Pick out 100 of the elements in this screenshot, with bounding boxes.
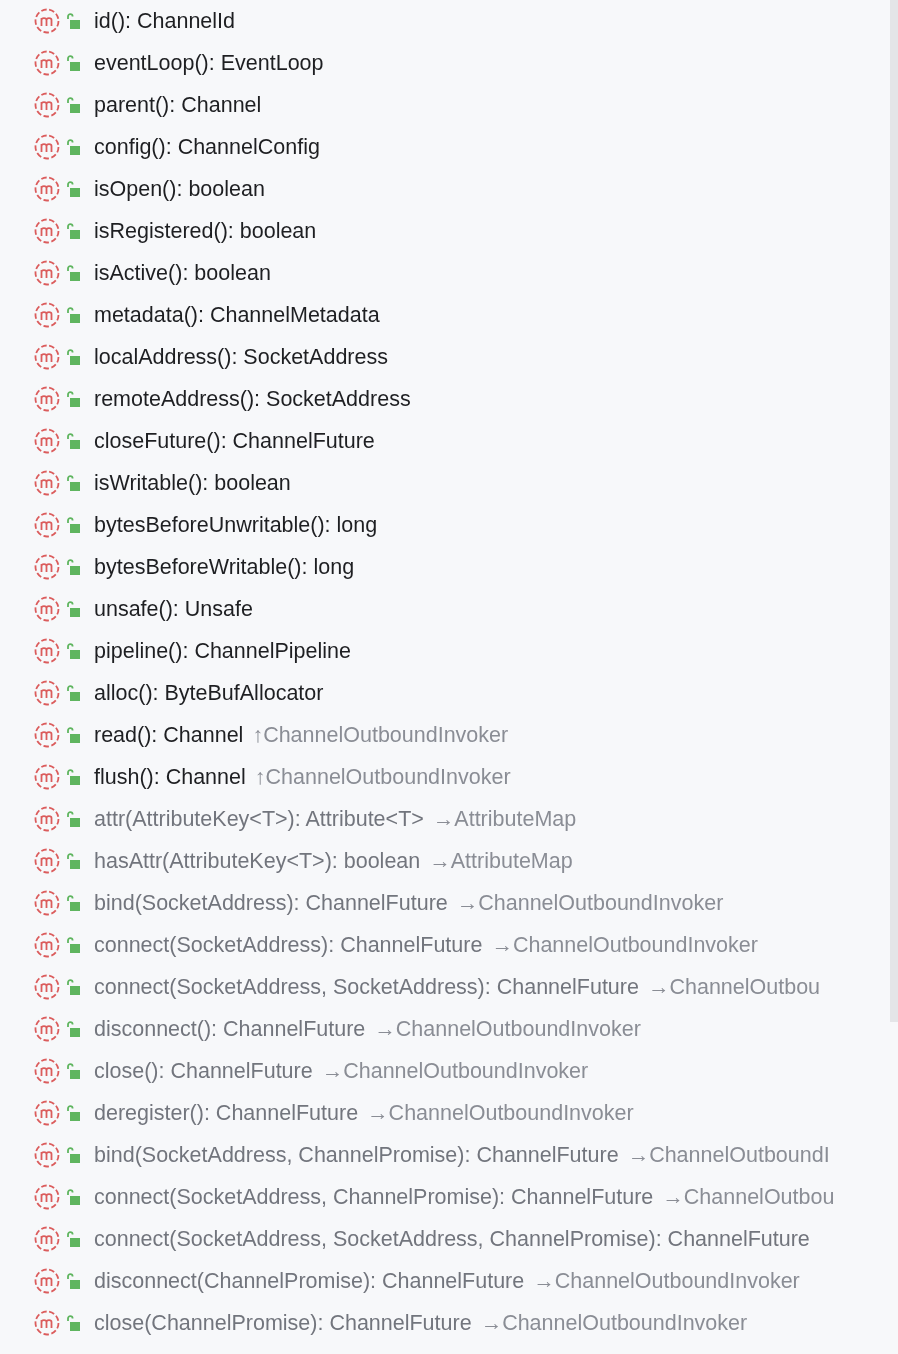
member-signature[interactable]: isWritable(): boolean (94, 470, 291, 496)
unlocked-padlock-icon (66, 223, 80, 239)
unlocked-padlock-icon (66, 685, 80, 701)
unlocked-padlock-icon (66, 349, 80, 365)
member-signature[interactable]: connect(SocketAddress): ChannelFuture (94, 932, 483, 958)
method-icon (34, 8, 60, 34)
unlocked-padlock-icon (66, 937, 80, 953)
origin-type: →AttributeMap (432, 806, 577, 832)
method-icon (34, 1226, 60, 1252)
member-signature[interactable]: eventLoop(): EventLoop (94, 50, 324, 76)
method-icon (34, 596, 60, 622)
method-icon (34, 1184, 60, 1210)
member-signature[interactable]: bytesBeforeWritable(): long (94, 554, 355, 580)
method-icon (34, 974, 60, 1000)
method-icon (34, 1268, 60, 1294)
member-signature[interactable]: parent(): Channel (94, 92, 262, 118)
member-signature[interactable]: read(): Channel (94, 722, 244, 748)
unlocked-padlock-icon (66, 1315, 80, 1331)
method-icon (34, 722, 60, 748)
member-signature[interactable]: isActive(): boolean (94, 260, 271, 286)
method-icon (34, 344, 60, 370)
member-signature[interactable]: alloc(): ByteBufAllocator (94, 680, 324, 706)
origin-type: →ChannelOutbou (647, 974, 821, 1000)
member-signature[interactable]: disconnect(ChannelPromise): ChannelFuture (94, 1268, 525, 1294)
unlocked-padlock-icon (66, 769, 80, 785)
member-signature[interactable]: remoteAddress(): SocketAddress (94, 386, 411, 412)
member-signature[interactable]: id(): ChannelId (94, 8, 236, 34)
unlocked-padlock-icon (66, 475, 80, 491)
method-icon (34, 470, 60, 496)
member-signature[interactable]: pipeline(): ChannelPipeline (94, 638, 351, 664)
origin-type: →ChannelOutboundInvoker (533, 1268, 800, 1294)
method-icon (34, 134, 60, 160)
unlocked-padlock-icon (66, 265, 80, 281)
method-icon (34, 764, 60, 790)
member-signature[interactable]: deregister(): ChannelFuture (94, 1100, 359, 1126)
member-signature[interactable]: localAddress(): SocketAddress (94, 344, 388, 370)
method-icon (34, 890, 60, 916)
member-signature[interactable]: isRegistered(): boolean (94, 218, 317, 244)
member-signature[interactable]: close(ChannelPromise): ChannelFuture (94, 1310, 472, 1336)
member-signature[interactable]: connect(SocketAddress, SocketAddress, ChannelPromise): ChannelFuture (94, 1226, 810, 1252)
origin-type: ↑ChannelOutboundInvoker (254, 764, 511, 790)
member-signature[interactable]: isOpen(): boolean (94, 176, 265, 202)
method-icon (34, 1058, 60, 1084)
member-signature[interactable]: attr(AttributeKey<T>): Attribute<T> (94, 806, 424, 832)
method-icon (34, 1142, 60, 1168)
unlocked-padlock-icon (66, 895, 80, 911)
origin-type: →ChannelOutboundInvoker (491, 932, 758, 958)
unlocked-padlock-icon (66, 97, 80, 113)
method-icon (34, 680, 60, 706)
unlocked-padlock-icon (66, 181, 80, 197)
member-signature[interactable]: connect(SocketAddress, SocketAddress): ChannelFuture (94, 974, 639, 1000)
member-signature[interactable]: disconnect(): ChannelFuture (94, 1016, 366, 1042)
member-signature[interactable]: metadata(): ChannelMetadata (94, 302, 380, 328)
member-signature[interactable]: config(): ChannelConfig (94, 134, 320, 160)
method-icon (34, 50, 60, 76)
unlocked-padlock-icon (66, 55, 80, 71)
origin-type: →ChannelOutboundInvoker (367, 1100, 634, 1126)
method-icon (34, 92, 60, 118)
member-signature[interactable]: closeFuture(): ChannelFuture (94, 428, 375, 454)
method-icon (34, 932, 60, 958)
member-signature[interactable]: bind(SocketAddress): ChannelFuture (94, 890, 448, 916)
unlocked-padlock-icon (66, 1063, 80, 1079)
unlocked-padlock-icon (66, 853, 80, 869)
method-icon (34, 386, 60, 412)
origin-type: →ChannelOutboundInvoker (480, 1310, 748, 1336)
member-signature[interactable]: unsafe(): Unsafe (94, 596, 253, 622)
member-signature[interactable]: bytesBeforeUnwritable(): long (94, 512, 378, 538)
method-icon (34, 512, 60, 538)
unlocked-padlock-icon (66, 1273, 80, 1289)
unlocked-padlock-icon (66, 1231, 80, 1247)
member-signature[interactable]: connect(SocketAddress, ChannelPromise): ChannelFuture (94, 1184, 654, 1210)
method-icon (34, 638, 60, 664)
method-icon (34, 554, 60, 580)
member-signature[interactable]: bind(SocketAddress, ChannelPromise): ChannelFuture (94, 1142, 619, 1168)
origin-type: →AttributeMap (429, 848, 573, 874)
origin-type: →ChannelOutbou (662, 1184, 835, 1210)
method-icon (34, 1100, 60, 1126)
unlocked-padlock-icon (66, 391, 80, 407)
unlocked-padlock-icon (66, 1189, 80, 1205)
method-icon (34, 302, 60, 328)
member-signature[interactable]: hasAttr(AttributeKey<T>): boolean (94, 848, 421, 874)
method-icon (34, 428, 60, 454)
unlocked-padlock-icon (66, 1147, 80, 1163)
member-signature[interactable]: close(): ChannelFuture (94, 1058, 313, 1084)
method-icon (34, 806, 60, 832)
method-icon (34, 218, 60, 244)
unlocked-padlock-icon (66, 559, 80, 575)
unlocked-padlock-icon (66, 13, 80, 29)
method-icon (34, 1016, 60, 1042)
unlocked-padlock-icon (66, 1021, 80, 1037)
origin-type: ↑ChannelOutboundInvoker (252, 722, 509, 748)
unlocked-padlock-icon (66, 517, 80, 533)
origin-type: →ChannelOutboundInvoker (321, 1058, 589, 1084)
origin-type: →ChannelOutboundInvoker (456, 890, 724, 916)
method-icon (34, 848, 60, 874)
unlocked-padlock-icon (66, 307, 80, 323)
unlocked-padlock-icon (66, 727, 80, 743)
unlocked-padlock-icon (66, 139, 80, 155)
unlocked-padlock-icon (66, 1105, 80, 1121)
member-signature[interactable]: flush(): Channel (94, 764, 246, 790)
